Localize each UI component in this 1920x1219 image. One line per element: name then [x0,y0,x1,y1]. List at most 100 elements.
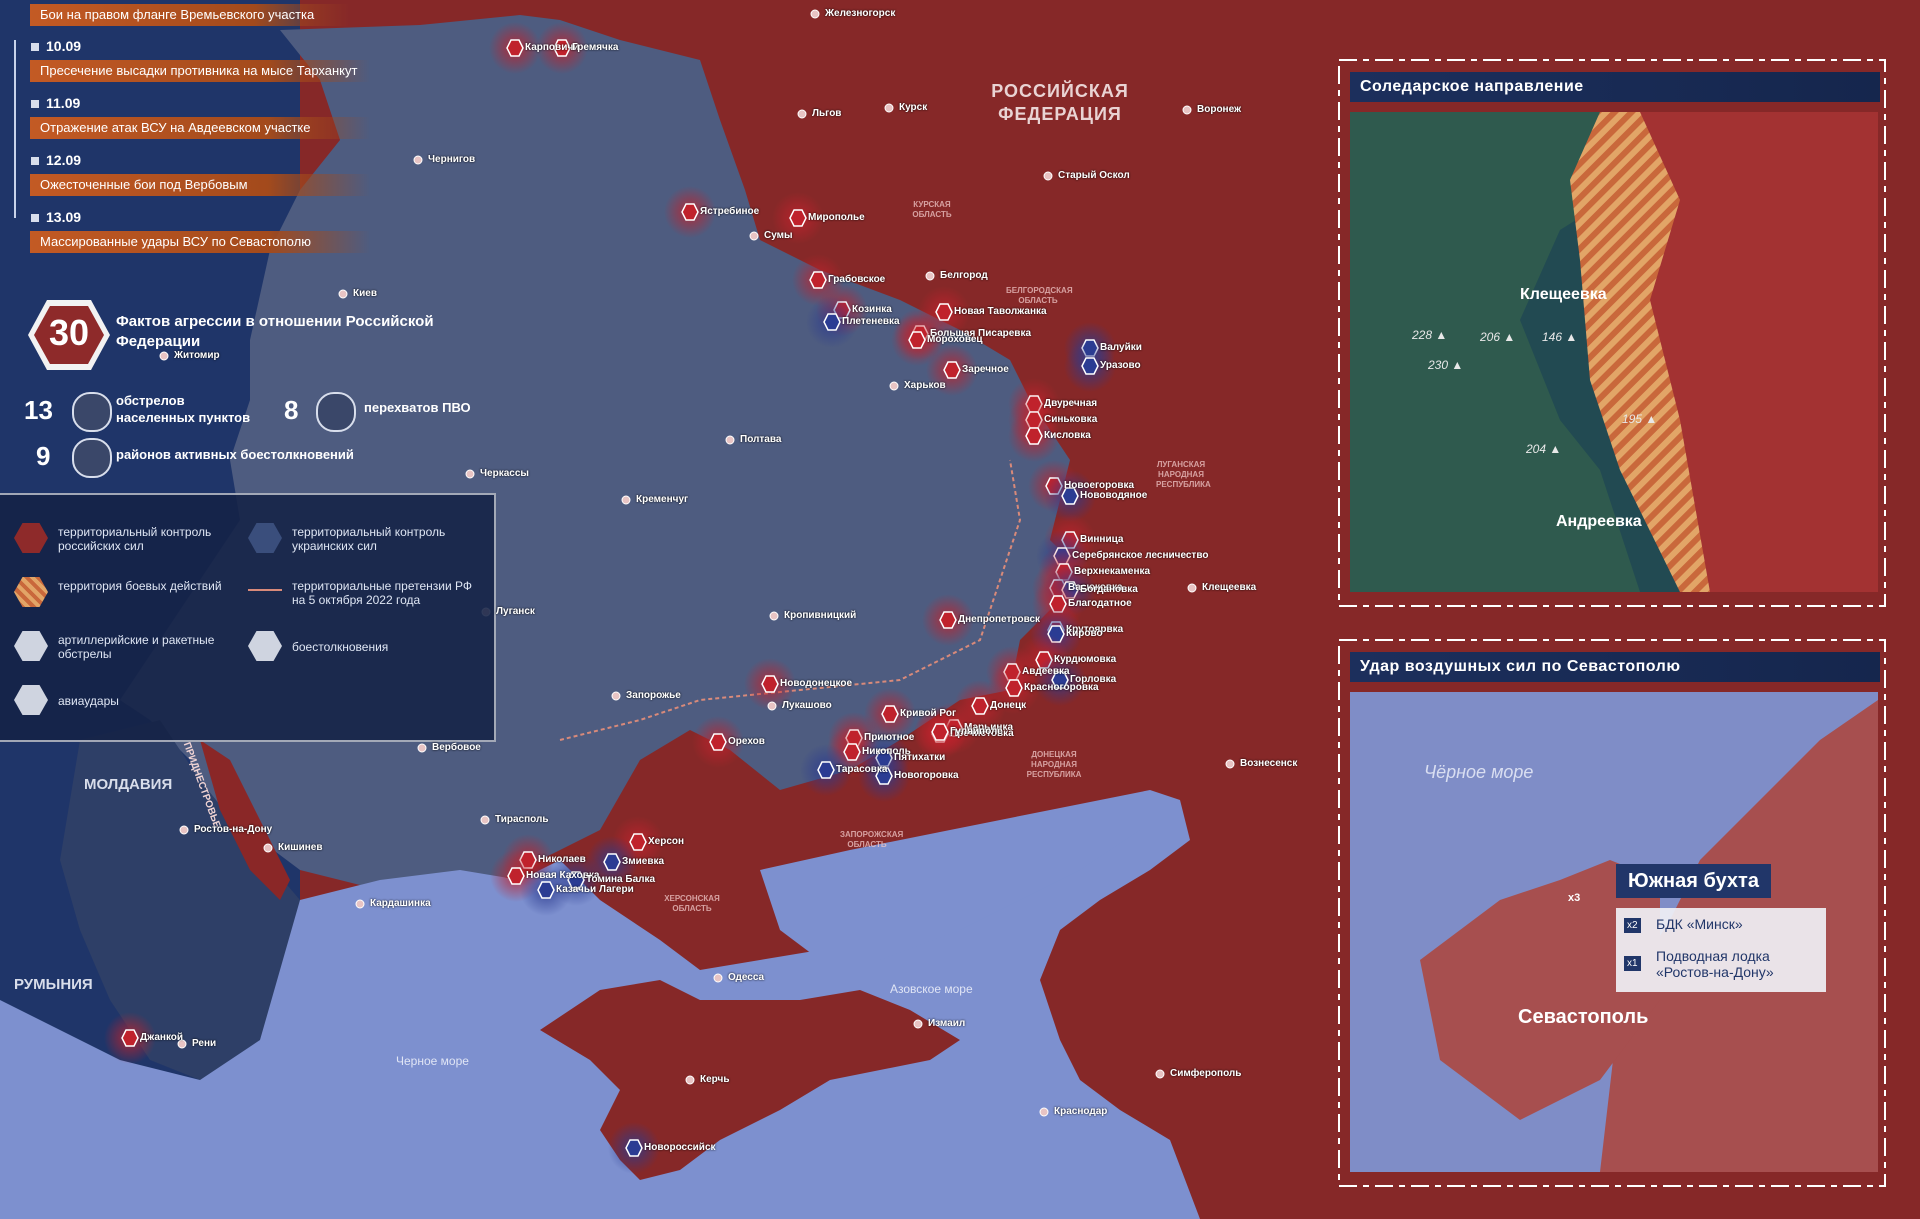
city-dot-icon [338,289,348,299]
city-label: Кисловка [1044,430,1091,441]
timeline-marker [31,157,39,165]
city-label: Богдановка [1080,584,1138,595]
city-label: Льгов [812,108,842,119]
total-badge: 30 [26,298,112,372]
event-marker-icon[interactable] [943,361,961,379]
sea-label-azov: Азовское море [890,982,973,996]
city-label: Заречное [962,364,1009,375]
city-label: Полтава [740,434,782,445]
country-label-russia: РОССИЙСКАЯ ФЕДЕРАЦИЯ [991,81,1129,124]
city-label: Казачьи Лагери [556,884,634,895]
city-label: Тирасполь [495,814,549,825]
legend-airstrikes-label: авиаудары [58,694,119,708]
event-marker-icon[interactable] [931,723,949,741]
event-marker-icon[interactable] [1005,679,1023,697]
event-marker-icon[interactable] [761,675,779,693]
target-count: x1 [1624,956,1641,971]
city-label: Лукашово [782,700,832,711]
city-dot-icon [725,435,735,445]
city-dot-icon [749,231,759,241]
timeline-marker [31,100,39,108]
event-marker-icon[interactable] [506,39,524,57]
air-defense-marker-icon[interactable] [625,1139,643,1157]
clash-icon [72,438,112,478]
air-defense-marker-icon[interactable] [817,761,835,779]
region-label: ЛУГАНСКАЯ НАРОДНАЯ РЕСПУБЛИКА [1156,460,1211,489]
lightning-icon [248,631,282,661]
timeline-event-text: Ожесточенные бои под Вербовым [30,174,370,196]
total-label: Фактов агрессии в отношении Российской Ф… [116,313,434,350]
shelling-count: 13 [24,395,53,425]
city-dot-icon [685,1075,695,1085]
inset-city-sevastopol: Севастополь [1518,1006,1649,1028]
city-label: Серебрянское лесничество [1072,550,1209,561]
air-defense-marker-icon[interactable] [603,853,621,871]
event-marker-icon[interactable] [1025,427,1043,445]
city-label: Курск [899,102,928,113]
height-mark: 195 ▲ [1622,412,1658,426]
inset-place-andreevka: Андреевка [1556,513,1642,530]
timeline-event-text: Массированные удары ВСУ по Севастополю [30,231,370,253]
city-label: Валуйки [1100,342,1142,353]
city-dot-icon [179,825,189,835]
target-name: Подводная лодка «Ростов-на-Дону» [1656,948,1774,980]
bay-multiplier: x3 [1568,892,1581,904]
region-label: ЗАПОРОЖСКАЯ ОБЛАСТЬ [840,830,904,849]
city-label: Новая Таволжанка [954,306,1047,317]
city-label: Старый Оскол [1058,170,1130,181]
timeline-event-text: Бои на правом фланге Времьевского участк… [30,4,350,26]
event-marker-icon[interactable] [908,331,926,349]
event-marker-icon[interactable] [789,209,807,227]
city-label: Черкассы [480,468,529,479]
region-label: КУРСКАЯ ОБЛАСТЬ [912,200,952,219]
city-dot-icon [480,815,490,825]
timeline-marker [31,214,39,222]
event-marker-icon[interactable] [971,697,989,715]
air-defense-marker-icon[interactable] [823,313,841,331]
event-marker-icon[interactable] [881,705,899,723]
height-mark: 228 ▲ [1412,328,1448,342]
city-dot-icon [355,899,365,909]
event-marker-icon[interactable] [809,271,827,289]
city-label: Симферополь [1170,1068,1242,1079]
legend-claims-label: территориальные претензии РФ на 5 октябр… [292,579,473,607]
city-label: Белгород [940,270,988,281]
city-dot-icon [159,351,169,361]
city-dot-icon [1182,105,1192,115]
event-marker-icon[interactable] [681,203,699,221]
inset-sea-label: Чёрное море [1424,762,1534,782]
city-label: Кишинев [278,842,323,853]
city-label: Чернигов [428,154,476,165]
city-label: Херсон [648,836,685,847]
event-marker-icon[interactable] [709,733,727,751]
timeline-marker [31,43,39,51]
city-label: Клещеевка [1202,582,1257,593]
city-label: Железногорск [825,8,896,19]
soledar-inset-title: Соледарское направление [1350,72,1880,102]
timeline-date: 10.09 [46,38,82,54]
timeline-axis [14,40,16,218]
city-label: Новороссийск [644,1142,716,1153]
event-marker-icon[interactable] [121,1029,139,1047]
shelling-label: обстрелов населенных пунктов [116,393,251,425]
clash-label: районов активных боестолкновений [116,447,354,462]
city-label: Ростов-на-Дону [194,824,273,835]
city-label: Запорожье [626,690,681,701]
city-label: Воронеж [1197,104,1242,115]
clash-count: 9 [36,441,51,471]
event-marker-icon[interactable] [939,611,957,629]
city-label: Новодонецкое [780,678,853,689]
bay-label: Южная бухта [1616,864,1771,898]
air-defense-marker-icon[interactable] [1081,357,1099,375]
air-defense-marker-icon[interactable] [537,881,555,899]
country-label-moldova: МОЛДАВИЯ [84,776,173,793]
city-label: Донецк [990,700,1027,711]
region-label: БЕЛГОРОДСКАЯ ОБЛАСТЬ [1006,286,1073,305]
city-label: Днепропетровск [958,614,1041,625]
airstrike-icon [14,685,48,715]
city-dot-icon [1187,583,1197,593]
legend-panel: территориальный контроль российских сил … [0,493,496,742]
city-dot-icon [810,9,820,19]
city-label: Гремячка [572,42,619,53]
inset-place-kleshcheevka: Клещеевка [1520,286,1607,303]
